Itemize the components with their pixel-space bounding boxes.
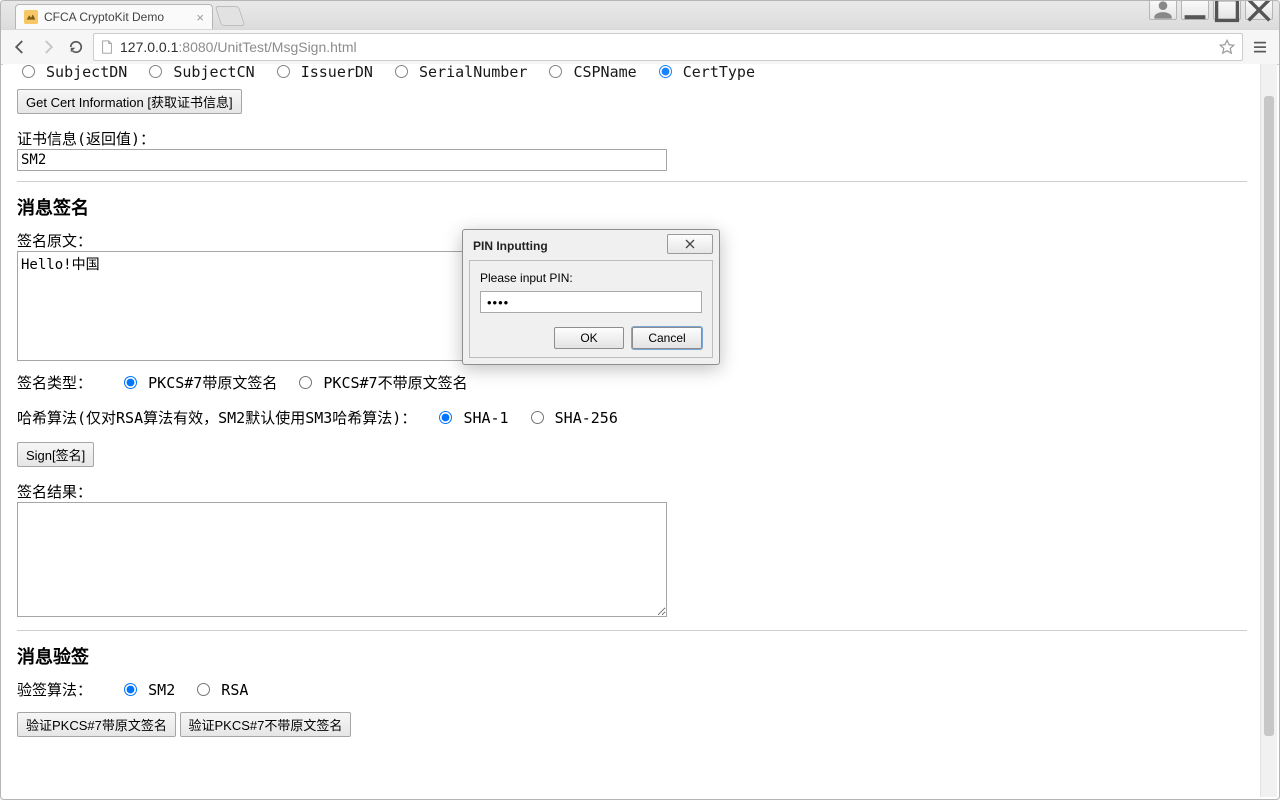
pin-cancel-button[interactable]: Cancel [632, 327, 702, 349]
pin-prompt-label: Please input PIN: [480, 271, 702, 285]
radio-verify-sm2[interactable]: SM2 [119, 681, 175, 699]
radio-subjectdn[interactable]: SubjectDN [17, 64, 127, 81]
radio-serialnumber[interactable]: SerialNumber [390, 64, 527, 81]
radio-issuerdn[interactable]: IssuerDN [272, 64, 373, 81]
minimize-button[interactable] [1181, 1, 1209, 20]
cert-info-return-label: 证书信息(返回值)： [17, 128, 1247, 149]
radio-sha256[interactable]: SHA-256 [526, 409, 618, 427]
radio-pkcs7-attached[interactable]: PKCS#7带原文签名 [119, 374, 277, 392]
pin-dialog-close-button[interactable] [667, 234, 713, 254]
radio-sha1[interactable]: SHA-1 [434, 409, 508, 427]
toolbar: 127.0.0.1:8080/UnitTest/MsgSign.html [1, 29, 1279, 65]
section-msg-sign: 消息签名 [17, 194, 1247, 220]
sign-button[interactable]: Sign[签名] [17, 442, 94, 467]
radio-verify-rsa[interactable]: RSA [192, 681, 248, 699]
close-window-button[interactable] [1245, 1, 1273, 20]
tab-title: CFCA CryptoKit Demo [44, 10, 190, 24]
reload-button[interactable] [65, 36, 87, 58]
radio-certtype[interactable]: CertType [654, 64, 755, 81]
forward-button[interactable] [37, 36, 59, 58]
user-icon[interactable] [1149, 1, 1177, 20]
pin-ok-button[interactable]: OK [554, 327, 624, 349]
tab-strip: CFCA CryptoKit Demo × [1, 1, 1279, 29]
page-viewport: SubjectDN SubjectCN IssuerDN SerialNumbe… [3, 64, 1277, 797]
pin-dialog-title: PIN Inputting [469, 235, 659, 253]
browser-window: CFCA CryptoKit Demo × 127.0.0.1:8080/Uni… [0, 0, 1280, 800]
favicon-icon [24, 10, 38, 24]
page-content: SubjectDN SubjectCN IssuerDN SerialNumbe… [3, 64, 1261, 793]
page-icon [100, 40, 114, 54]
back-button[interactable] [9, 36, 31, 58]
hash-algo-row: 哈希算法(仅对RSA算法有效，SM2默认使用SM3哈希算法)： SHA-1 SH… [17, 407, 1247, 428]
verify-detached-button[interactable]: 验证PKCS#7不带原文签名 [180, 712, 352, 737]
scrollbar-thumb[interactable] [1264, 96, 1274, 736]
pin-input[interactable] [480, 291, 702, 313]
cert-info-return-field[interactable] [17, 149, 667, 171]
divider [17, 181, 1247, 182]
sign-result-textarea[interactable] [17, 502, 667, 617]
bookmark-star-icon[interactable] [1218, 38, 1236, 56]
menu-button[interactable] [1249, 36, 1271, 58]
tab-close-icon[interactable]: × [196, 10, 204, 25]
sign-type-label: 签名类型： [17, 374, 92, 392]
url-text: 127.0.0.1:8080/UnitTest/MsgSign.html [120, 39, 1212, 55]
radio-subjectcn[interactable]: SubjectCN [144, 64, 254, 81]
verify-algo-label: 验签算法： [17, 681, 92, 699]
maximize-button[interactable] [1213, 1, 1241, 20]
get-cert-info-button[interactable]: Get Cert Information [获取证书信息] [17, 89, 242, 114]
verify-attached-button[interactable]: 验证PKCS#7带原文签名 [17, 712, 176, 737]
tab-active[interactable]: CFCA CryptoKit Demo × [15, 4, 213, 29]
new-tab-button[interactable] [215, 6, 245, 26]
sign-result-label: 签名结果： [17, 481, 1247, 502]
cert-info-type-row: SubjectDN SubjectCN IssuerDN SerialNumbe… [17, 64, 1247, 83]
vertical-scrollbar[interactable] [1260, 64, 1277, 797]
radio-cspname[interactable]: CSPName [544, 64, 636, 81]
pin-dialog: PIN Inputting Please input PIN: OK Cance… [462, 229, 720, 365]
divider [17, 630, 1247, 631]
window-controls [1149, 1, 1273, 20]
address-bar[interactable]: 127.0.0.1:8080/UnitTest/MsgSign.html [93, 33, 1243, 61]
radio-pkcs7-detached[interactable]: PKCS#7不带原文签名 [294, 374, 467, 392]
sign-type-row: 签名类型： PKCS#7带原文签名 PKCS#7不带原文签名 [17, 372, 1247, 393]
hash-algo-label: 哈希算法(仅对RSA算法有效，SM2默认使用SM3哈希算法)： [17, 409, 416, 427]
section-msg-verify: 消息验签 [17, 643, 1247, 669]
verify-algo-row: 验签算法： SM2 RSA [17, 679, 1247, 700]
